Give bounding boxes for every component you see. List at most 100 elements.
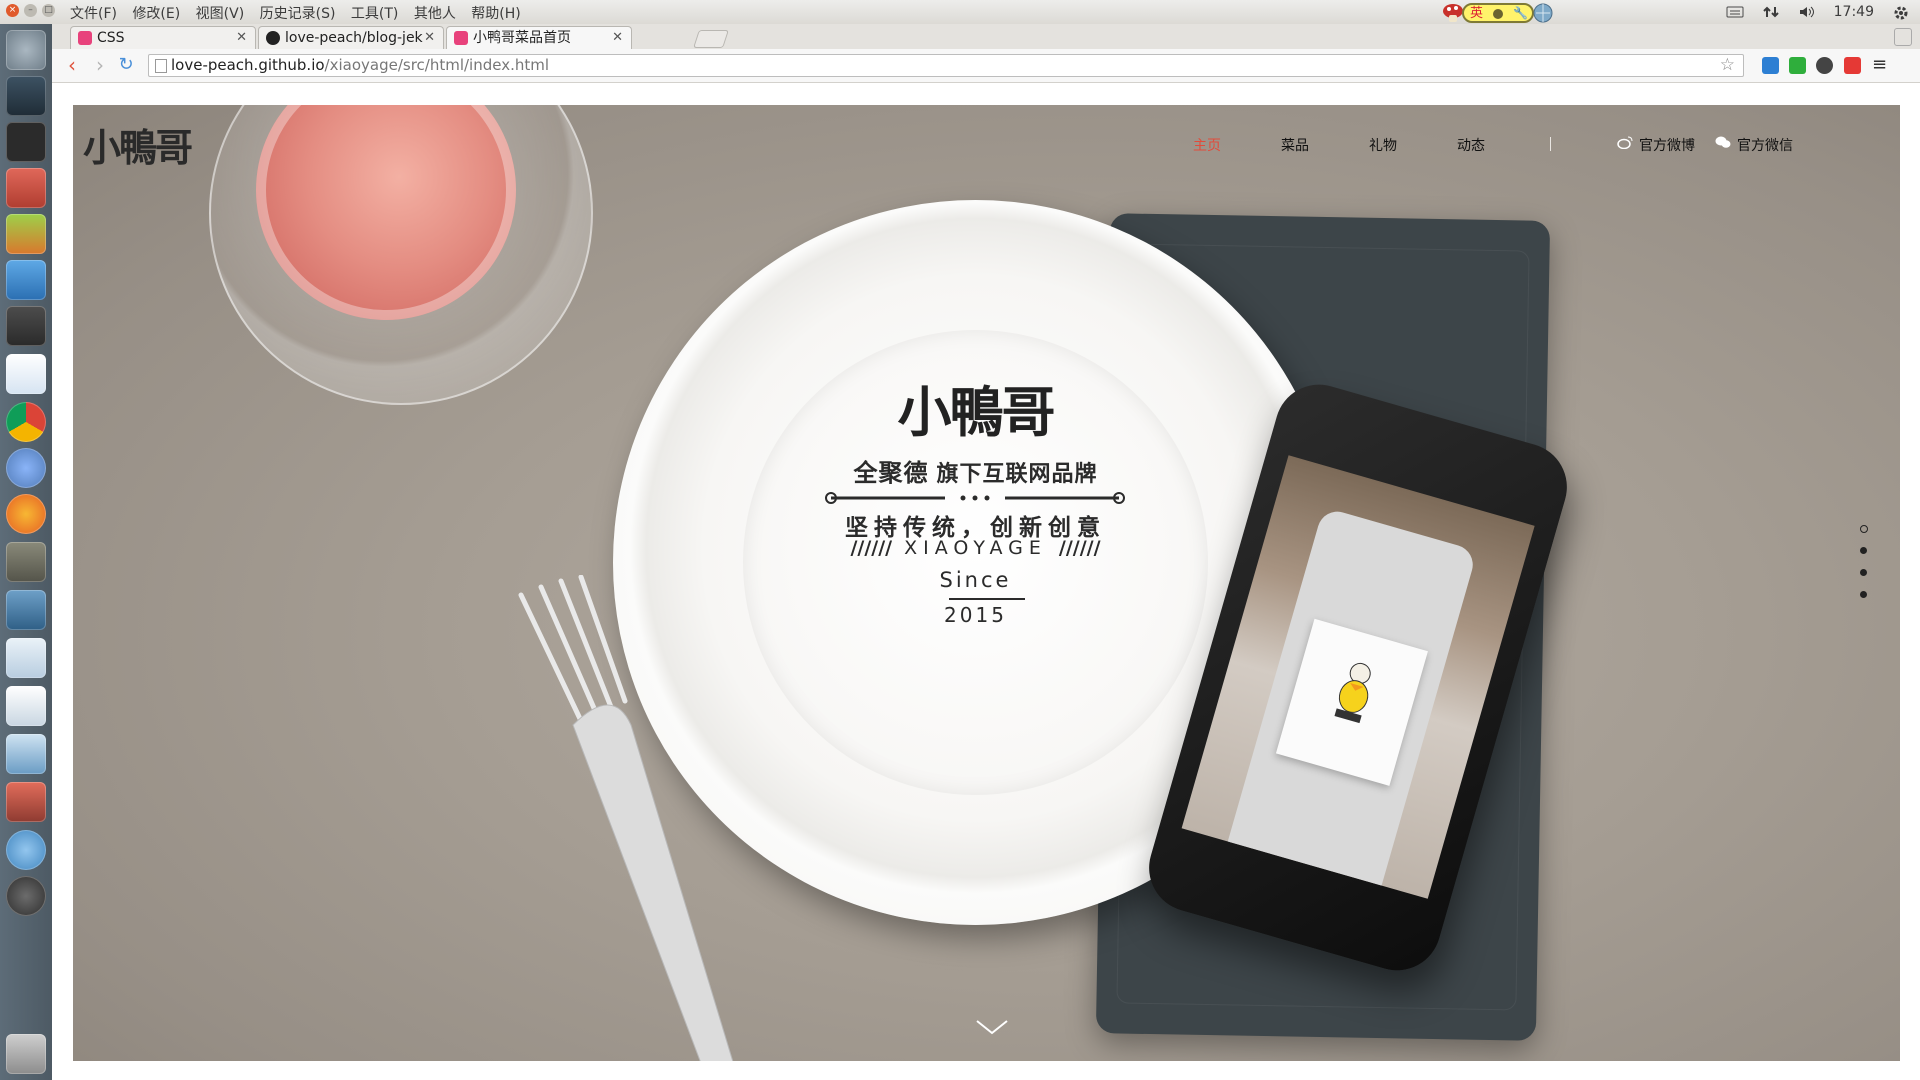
chevron-down-icon[interactable] — [975, 1017, 1009, 1037]
gear-icon[interactable] — [1892, 5, 1910, 20]
menu-tools[interactable]: 工具(T) — [351, 6, 398, 22]
nav-wechat[interactable]: 官方微信 — [1737, 135, 1793, 155]
system-indicators: 17:49 — [1726, 2, 1910, 22]
pager-dot-1[interactable] — [1860, 525, 1868, 533]
launcher-mysql-workbench-icon[interactable] — [6, 638, 46, 678]
wrench-icon[interactable]: 🔧 — [1513, 6, 1528, 20]
unity-launcher — [0, 24, 52, 1080]
tab-close-icon[interactable]: ✕ — [424, 27, 435, 49]
url-path: /xiaoyage/src/html/index.html — [324, 56, 550, 74]
pager-dot-2[interactable] — [1860, 547, 1867, 554]
nav-separator — [1550, 137, 1551, 151]
page-icon — [155, 59, 167, 73]
weibo-icon[interactable] — [1617, 135, 1633, 149]
window-close-button[interactable]: × — [6, 4, 19, 17]
tab-css[interactable]: CSS ✕ — [70, 26, 256, 49]
nav-home[interactable]: 主页 — [1193, 135, 1221, 155]
tab-close-icon[interactable]: ✕ — [236, 27, 247, 49]
back-arrow-icon[interactable]: ‹ — [62, 55, 82, 75]
since-year: 2015 — [944, 603, 1007, 627]
menu-help[interactable]: 帮助(H) — [471, 6, 520, 22]
launcher-terminal-icon[interactable] — [6, 122, 46, 162]
clock[interactable]: 17:49 — [1834, 4, 1874, 20]
fe-extension-icon[interactable] — [1844, 57, 1861, 74]
ime-toolbar[interactable]: 英 🔧 — [1462, 3, 1534, 23]
window-maximize-button[interactable]: □ — [42, 4, 55, 17]
since-divider — [949, 598, 1025, 600]
launcher-trash-icon[interactable] — [6, 1034, 46, 1074]
menu-file[interactable]: 文件(F) — [70, 6, 117, 22]
launcher-disk-utility-icon[interactable] — [6, 734, 46, 774]
keyboard-icon[interactable] — [1726, 5, 1744, 19]
input-method-indicator[interactable]: 英 🔧 — [1442, 1, 1553, 25]
nav-dishes[interactable]: 菜品 — [1281, 135, 1309, 155]
url-host: love-peach.github.io — [171, 56, 325, 74]
launcher-inkscape-icon[interactable] — [6, 76, 46, 116]
new-tab-button[interactable] — [693, 30, 729, 48]
menu-view[interactable]: 视图(V) — [196, 6, 245, 22]
nav-weibo[interactable]: 官方微博 — [1639, 135, 1695, 155]
dark-extension-icon[interactable] — [1816, 57, 1833, 74]
hatch-right: ////// — [1058, 537, 1101, 559]
window-minimize-button[interactable]: – — [24, 4, 37, 17]
launcher-ubuntu-one-icon[interactable] — [6, 830, 46, 870]
english-name: XIAOYAGE — [904, 537, 1047, 559]
tab-close-icon[interactable]: ✕ — [612, 27, 623, 49]
launcher-system-monitor-icon[interactable] — [6, 590, 46, 630]
launcher-wps-icon[interactable] — [6, 260, 46, 300]
browser-tab-strip: CSS ✕ love-peach/blog-jek ✕ 小鸭哥菜品首页 ✕ — [52, 24, 1920, 49]
wechat-icon[interactable] — [1715, 135, 1731, 149]
bookmark-star-icon[interactable]: ☆ — [1720, 55, 1735, 76]
tab-xiaoyage[interactable]: 小鸭哥菜品首页 ✕ — [446, 26, 632, 49]
launcher-chromium-icon[interactable] — [6, 448, 46, 488]
launcher-text-editor-icon[interactable] — [6, 214, 46, 254]
translate-extension-icon[interactable] — [1762, 57, 1779, 74]
launcher-dash-home-icon[interactable] — [6, 30, 46, 70]
menu-hamburger-icon[interactable]: ≡ — [1872, 56, 1889, 74]
nav-news[interactable]: 动态 — [1457, 135, 1485, 155]
network-icon[interactable] — [1762, 5, 1780, 19]
launcher-firefox-icon[interactable] — [6, 494, 46, 534]
tab-favicon-icon — [78, 31, 92, 45]
tab-title: 小鸭哥菜品首页 — [473, 30, 571, 46]
parent-brand: 全聚德 — [853, 458, 929, 487]
ime-dot-icon — [1493, 8, 1504, 19]
menu-edit[interactable]: 修改(E) — [132, 6, 180, 22]
ime-language-label[interactable]: 英 — [1470, 6, 1483, 21]
address-bar[interactable]: love-peach.github.io/xiaoyage/src/html/i… — [148, 54, 1744, 77]
since-label: Since — [939, 568, 1012, 592]
green-extension-icon[interactable] — [1789, 57, 1806, 74]
launcher-sublime-icon[interactable] — [6, 306, 46, 346]
launcher-files-icon[interactable] — [6, 168, 46, 208]
launcher-chrome-icon[interactable] — [6, 402, 46, 442]
pager-dot-4[interactable] — [1860, 591, 1867, 598]
hatch-left: ////// — [850, 537, 893, 559]
profile-button[interactable] — [1894, 28, 1912, 46]
browser-toolbar: ‹ › ↻ love-peach.github.io/xiaoyage/src/… — [52, 49, 1920, 83]
reload-icon[interactable]: ↻ — [116, 55, 136, 75]
brand-tagline: 旗下互联网品牌 — [936, 462, 1098, 487]
globe-icon — [1533, 3, 1553, 23]
forward-arrow-icon[interactable]: › — [90, 55, 110, 75]
page-viewport: 小鴨哥 全聚德 旗下互联网品牌 坚持传统，创新创意 ////// XIAOYAGE… — [52, 83, 1920, 1080]
system-top-bar: × – □ 文件(F) 修改(E) 视图(V) 历史记录(S) 工具(T) 其他… — [0, 0, 1920, 25]
plate-logo: 小鴨哥 — [897, 380, 1056, 444]
launcher-gimp-icon[interactable] — [6, 542, 46, 582]
hero-banner: 小鴨哥 全聚德 旗下互联网品牌 坚持传统，创新创意 ////// XIAOYAGE… — [73, 105, 1900, 1061]
menu-other-people[interactable]: 其他人 — [414, 6, 456, 22]
brand-line: 全聚德 旗下互联网品牌 — [613, 453, 1338, 488]
nav-gifts[interactable]: 礼物 — [1369, 135, 1397, 155]
site-logo[interactable]: 小鴨哥 — [83, 117, 193, 172]
launcher-system-settings-icon[interactable] — [6, 782, 46, 822]
english-name-line: ////// XIAOYAGE ////// — [613, 537, 1338, 559]
launcher-software-updater-icon[interactable] — [6, 876, 46, 916]
app-menu-bar: 文件(F) 修改(E) 视图(V) 历史记录(S) 工具(T) 其他人 帮助(H… — [70, 3, 532, 23]
pager-dot-3[interactable] — [1860, 569, 1867, 576]
tab-github[interactable]: love-peach/blog-jek ✕ — [258, 26, 444, 49]
menu-history[interactable]: 历史记录(S) — [260, 6, 336, 22]
mushroom-icon — [1443, 4, 1463, 22]
ornament-divider — [825, 492, 1125, 504]
launcher-document-viewer-icon[interactable] — [6, 686, 46, 726]
launcher-code-editor-icon[interactable] — [6, 354, 46, 394]
volume-icon[interactable] — [1798, 5, 1816, 19]
